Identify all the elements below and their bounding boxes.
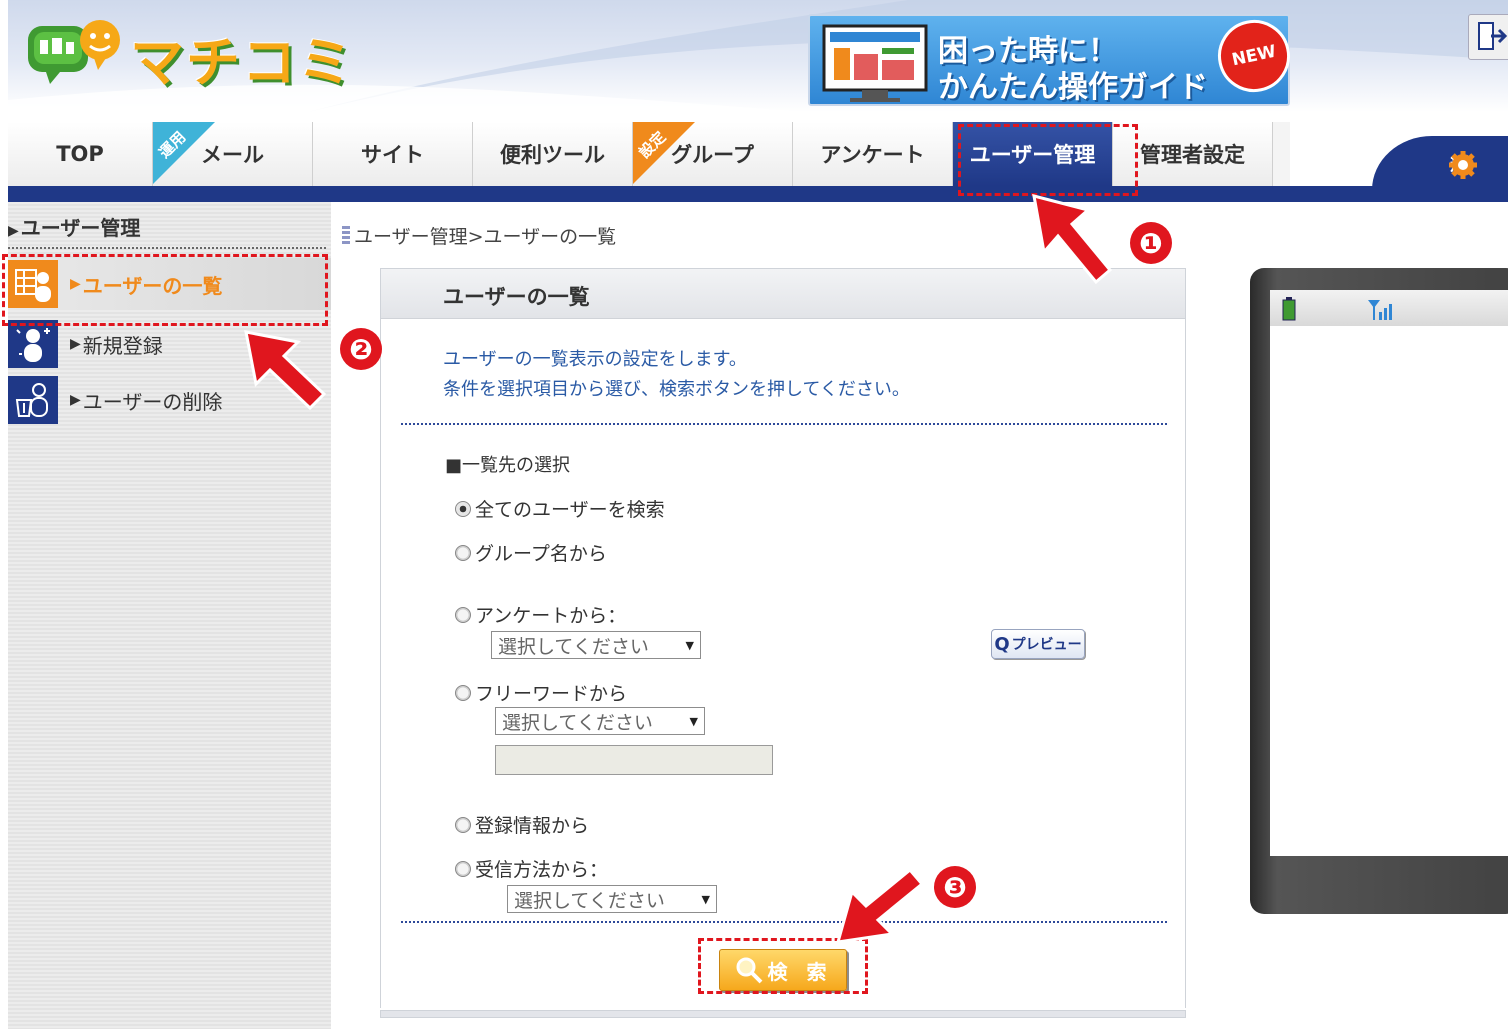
radio-survey[interactable]: アンケートから： <box>455 601 626 628</box>
breadcrumb-marker-icon <box>342 226 350 246</box>
tab-label: アンケート <box>820 143 925 167</box>
breadcrumb: ユーザー管理>ユーザーの一覧 <box>342 222 616 249</box>
nav-underline-bar <box>8 186 1508 202</box>
radio-button[interactable] <box>455 544 471 561</box>
new-badge: NEW <box>1211 13 1297 99</box>
tab-label: TOP <box>56 142 104 166</box>
tab-label: 管理者設定 <box>1140 143 1245 167</box>
signal-icon <box>1368 300 1392 320</box>
tab-top[interactable]: TOP <box>8 122 153 186</box>
machicomi-logo[interactable]: マチコミ <box>26 10 366 94</box>
preview-button[interactable]: Q プレビュー <box>991 629 1085 659</box>
freeword-input[interactable] <box>495 745 773 775</box>
tab-label: サイト <box>361 143 424 167</box>
radio-button[interactable] <box>455 816 471 833</box>
chevron-right-icon: ▶ <box>70 392 81 408</box>
logo-wordmark: マチコミ <box>130 31 354 94</box>
monitor-icon <box>822 24 928 102</box>
panel-description: ユーザーの一覧表示の設定をします。 条件を選択項目から選び、検索ボタンを押してく… <box>443 349 910 400</box>
phone-status-bar <box>1270 290 1508 326</box>
dotted-divider <box>401 423 1167 425</box>
logout-icon <box>1478 22 1508 50</box>
tab-tools[interactable]: 便利ツール <box>473 122 633 186</box>
sidebar-item-label: ユーザーの削除 <box>82 389 223 414</box>
tab-mail[interactable]: 運用 メール <box>153 122 313 186</box>
phone-preview-screen <box>1270 290 1508 856</box>
sidebar-title: ▶ ユーザー管理 <box>8 212 326 249</box>
guide-title-line2: かんたん操作ガイド <box>938 70 1208 105</box>
radio-button[interactable] <box>455 684 471 701</box>
dotted-divider <box>401 921 1167 923</box>
section-label: ■一覧先の選択 <box>445 455 571 476</box>
radio-receive-method[interactable]: 受信方法から： <box>455 855 608 882</box>
tab-site[interactable]: サイト <box>313 122 473 186</box>
chevron-right-icon: ▶ <box>70 336 81 352</box>
radio-group-name[interactable]: グループ名から <box>455 539 607 566</box>
receive-method-select[interactable]: 選択してください ▼ <box>507 885 717 913</box>
dropdown-arrow-icon: ▼ <box>701 892 710 906</box>
chevron-right-icon: ▶ <box>8 223 19 239</box>
freeword-select[interactable]: 選択してください ▼ <box>495 707 705 735</box>
radio-button-checked[interactable] <box>455 500 471 517</box>
radio-registration-info[interactable]: 登録情報から <box>455 811 589 838</box>
annotation-number-3: ❸ <box>934 866 976 908</box>
tab-label: 便利ツール <box>500 143 605 167</box>
gear-icon <box>1449 151 1477 179</box>
sidebar-item-label: 新規登録 <box>82 333 163 358</box>
radio-button[interactable] <box>455 606 471 623</box>
dropdown-arrow-icon: ▼ <box>689 714 698 728</box>
panel-footer-bar <box>380 1010 1186 1018</box>
radio-freeword[interactable]: フリーワードから <box>455 679 627 706</box>
dropdown-arrow-icon: ▼ <box>685 638 694 652</box>
magnifier-icon: Q <box>994 633 1010 655</box>
survey-select[interactable]: 選択してください ▼ <box>491 631 701 659</box>
user-list-panel: ユーザーの一覧 ユーザーの一覧表示の設定をします。 条件を選択項目から選び、検索… <box>380 268 1186 1008</box>
radio-button[interactable] <box>455 860 471 877</box>
add-user-icon <box>8 320 58 368</box>
highlight-user-management-tab <box>958 124 1138 196</box>
operation-guide-banner[interactable]: 困った時に！ かんたん操作ガイド NEW <box>808 13 1297 106</box>
annotation-number-1: ❶ <box>1130 222 1172 264</box>
annotation-arrow-1-icon <box>1032 193 1113 285</box>
tab-group[interactable]: 設定 グループ <box>633 122 793 186</box>
tab-survey[interactable]: アンケート <box>793 122 953 186</box>
annotation-arrow-2-icon <box>244 330 327 411</box>
delete-user-icon <box>8 376 58 424</box>
annotation-arrow-3-icon <box>835 867 925 944</box>
annotation-number-2: ❷ <box>340 328 382 370</box>
highlight-user-list-item <box>2 254 328 326</box>
logout-button[interactable] <box>1468 14 1508 60</box>
chat-bubble-logo-icon <box>28 20 120 84</box>
radio-all-users[interactable]: 全てのユーザーを検索 <box>455 495 665 522</box>
battery-icon <box>1282 297 1296 321</box>
